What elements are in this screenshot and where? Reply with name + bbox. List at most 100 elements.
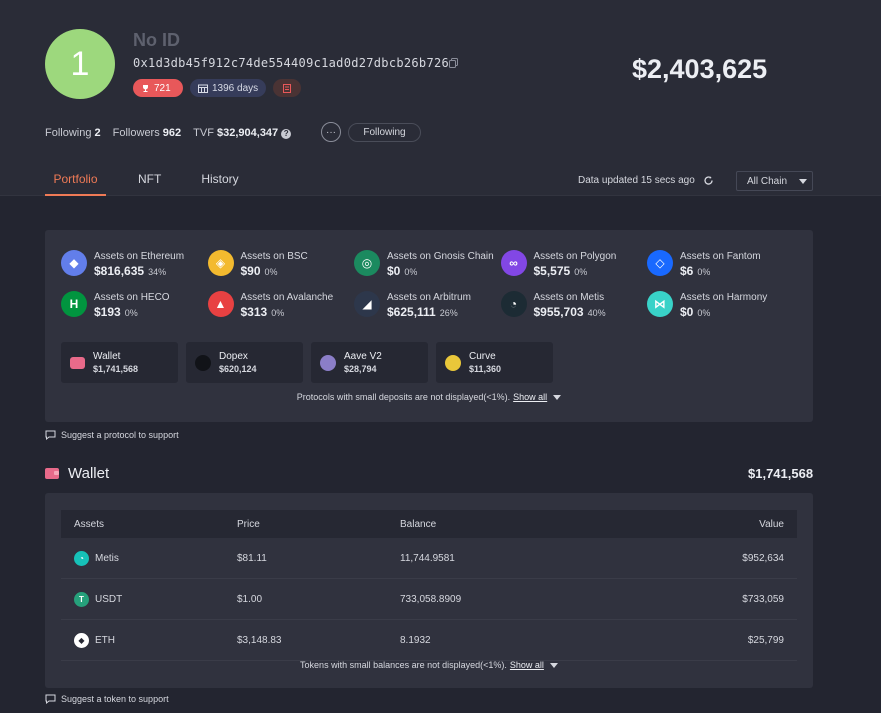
chain-value: $0 0% bbox=[387, 264, 418, 278]
refresh-icon[interactable] bbox=[703, 175, 714, 186]
protocol-value: $11,360 bbox=[469, 363, 502, 374]
chain-item[interactable]: ▲ Assets on Avalanche $313 0% bbox=[207, 291, 333, 321]
suggest-protocol-link[interactable]: Suggest a protocol to support bbox=[45, 430, 179, 440]
protocol-show-all-link[interactable]: Show all bbox=[513, 392, 547, 402]
chain-value: $90 0% bbox=[240, 264, 278, 278]
following-button[interactable]: Following bbox=[348, 123, 421, 142]
wallet-total: $1,741,568 bbox=[748, 466, 814, 481]
chain-percent: 0% bbox=[264, 267, 278, 277]
table-row[interactable]: ◔ Metis $81.11 11,744.9581 $952,634 bbox=[61, 538, 797, 579]
table-row[interactable]: ◆ ETH $3,148.83 8.1932 $25,799 bbox=[61, 620, 797, 661]
chain-name: Assets on Gnosis Chain bbox=[387, 251, 494, 262]
asset-name: ETH bbox=[95, 634, 115, 646]
chain-item[interactable]: ◢ Assets on Arbitrum $625,111 26% bbox=[354, 291, 471, 321]
protocol-name: Dopex bbox=[219, 350, 248, 362]
followers-stat[interactable]: Followers 962 bbox=[113, 127, 182, 139]
days-value: 1396 days bbox=[212, 82, 259, 94]
suggest-token-link[interactable]: Suggest a token to support bbox=[45, 694, 169, 704]
protocol-card[interactable]: Wallet $1,741,568 bbox=[61, 342, 178, 383]
more-options-button[interactable]: ··· bbox=[321, 122, 341, 142]
chevron-down-icon[interactable] bbox=[553, 394, 562, 400]
protocol-value: $1,741,568 bbox=[93, 363, 139, 374]
wallet-title-text: Wallet bbox=[68, 465, 110, 482]
trophy-icon bbox=[143, 84, 148, 92]
asset-cell: T USDT bbox=[61, 591, 237, 607]
chain-item[interactable]: ◔ Assets on Metis $955,703 40% bbox=[500, 291, 606, 321]
token-show-all-link[interactable]: Show all bbox=[510, 660, 544, 670]
chain-percent: 0% bbox=[697, 267, 711, 277]
chain-name: Assets on Ethereum bbox=[94, 251, 185, 262]
chain-name: Assets on Harmony bbox=[680, 292, 768, 303]
tab-portfolio[interactable]: Portfolio bbox=[45, 172, 106, 196]
token-note: Tokens with small balances are not displ… bbox=[45, 660, 813, 670]
table-row[interactable]: T USDT $1.00 733,058.8909 $733,059 bbox=[61, 579, 797, 620]
note-badge[interactable] bbox=[273, 79, 302, 97]
rank-value: 721 bbox=[154, 82, 171, 94]
chevron-down-icon[interactable] bbox=[549, 662, 558, 668]
balance-cell: 733,058.8909 bbox=[400, 593, 462, 605]
table-header: Assets Price Balance Value bbox=[61, 510, 797, 538]
copy-icon[interactable] bbox=[448, 57, 460, 69]
metis-token-icon: ◔ bbox=[74, 550, 89, 566]
harmony-icon: ⋈ bbox=[647, 291, 673, 317]
chain-item[interactable]: ◎ Assets on Gnosis Chain $0 0% bbox=[354, 250, 494, 280]
chain-item[interactable]: ◆ Assets on Ethereum $816,635 34% bbox=[61, 250, 184, 280]
protocol-list: Wallet $1,741,568 Dopex $620,124 Aave V2 $28,… bbox=[61, 342, 553, 383]
ellipsis-icon: ··· bbox=[326, 126, 336, 138]
comment-icon bbox=[45, 694, 56, 704]
chain-value: $955,703 40% bbox=[533, 305, 606, 319]
bsc-icon: ◈ bbox=[207, 250, 234, 276]
usdt-icon: T bbox=[74, 591, 89, 607]
tvf-stat: TVF $32,904,347 ? bbox=[193, 127, 292, 139]
protocol-note: Protocols with small deposits are not di… bbox=[45, 392, 813, 402]
chain-item[interactable]: H Assets on HECO $193 0% bbox=[61, 291, 170, 321]
token-note-text: Tokens with small balances are not displ… bbox=[300, 660, 507, 670]
help-icon[interactable]: ? bbox=[281, 129, 292, 139]
avalanche-icon: ▲ bbox=[207, 291, 234, 317]
chain-percent: 26% bbox=[439, 308, 458, 318]
chain-filter-select[interactable]: All Chain bbox=[736, 171, 813, 191]
asset-name: Metis bbox=[95, 552, 119, 564]
wallet-section-title: Wallet bbox=[45, 465, 109, 482]
note-icon bbox=[283, 83, 292, 93]
tab-nft[interactable]: NFT bbox=[138, 172, 161, 196]
heco-icon: H bbox=[61, 291, 87, 317]
chain-item[interactable]: ◈ Assets on BSC $90 0% bbox=[207, 250, 308, 280]
gnosis-icon: ◎ bbox=[354, 250, 380, 276]
total-net-worth: $2,403,625 bbox=[632, 54, 768, 84]
value-cell: $733,059 bbox=[742, 593, 784, 605]
chain-percent: 0% bbox=[404, 267, 418, 277]
chain-item[interactable]: ⋈ Assets on Harmony $0 0% bbox=[647, 291, 767, 321]
protocol-card[interactable]: Aave V2 $28,794 bbox=[311, 342, 428, 383]
protocol-card[interactable]: Dopex $620,124 bbox=[186, 342, 303, 383]
chain-value: $0 0% bbox=[680, 305, 711, 319]
chain-value: $313 0% bbox=[240, 305, 285, 319]
dopex-icon bbox=[195, 354, 211, 371]
days-badge[interactable]: 1396 days bbox=[190, 79, 267, 97]
protocol-name: Aave V2 bbox=[344, 350, 382, 362]
value-cell: $952,634 bbox=[742, 552, 784, 564]
polygon-icon: ∞ bbox=[500, 250, 527, 276]
following-stat[interactable]: Following 2 bbox=[45, 127, 101, 139]
eth-icon: ◆ bbox=[74, 632, 89, 648]
chain-value: $816,635 34% bbox=[94, 264, 167, 278]
data-updated-text: Data updated 15 secs ago bbox=[578, 175, 695, 186]
comment-icon bbox=[45, 430, 56, 440]
chain-value: $5,575 0% bbox=[533, 264, 588, 278]
protocol-name: Wallet bbox=[93, 350, 121, 362]
rank-badge[interactable]: 721 bbox=[133, 79, 183, 97]
profile-header: 1 No ID 0x1d3db45f912c74de554409c1ad0d27… bbox=[0, 0, 881, 196]
protocol-card[interactable]: Curve $11,360 bbox=[436, 342, 553, 383]
calendar-icon bbox=[198, 84, 208, 93]
header-balance: Balance bbox=[400, 518, 437, 530]
chain-item[interactable]: ◇ Assets on Fantom $6 0% bbox=[647, 250, 761, 280]
chain-value: $193 0% bbox=[94, 305, 138, 319]
protocol-note-text: Protocols with small deposits are not di… bbox=[296, 392, 511, 402]
chain-item[interactable]: ∞ Assets on Polygon $5,575 0% bbox=[500, 250, 616, 280]
tab-history[interactable]: History bbox=[201, 172, 238, 196]
chain-percent: 0% bbox=[124, 308, 138, 318]
chain-value: $6 0% bbox=[680, 264, 711, 278]
balance-cell: 11,744.9581 bbox=[400, 552, 455, 564]
price-cell: $1.00 bbox=[237, 593, 263, 605]
chain-name: Assets on HECO bbox=[94, 292, 170, 303]
